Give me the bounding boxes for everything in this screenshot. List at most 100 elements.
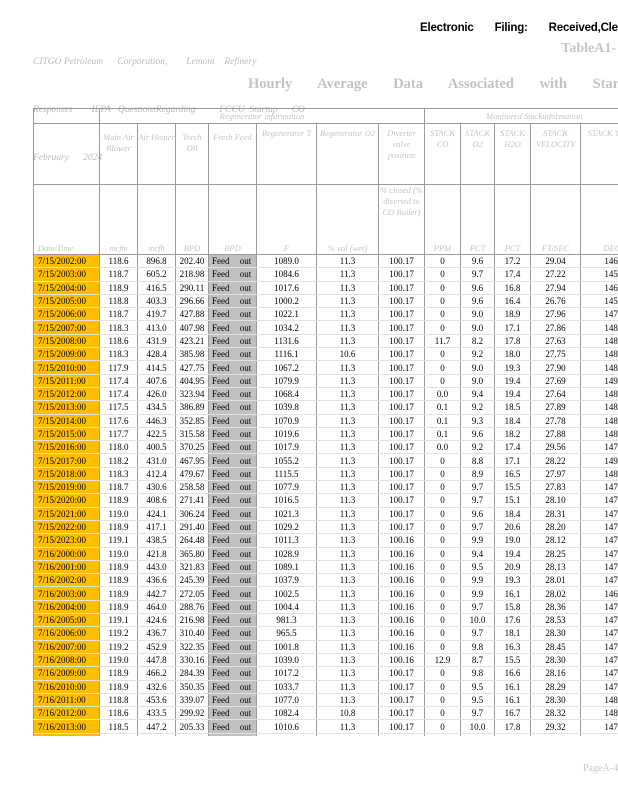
table-cell: 436.6 bbox=[137, 573, 176, 588]
table-cell: 16.1 bbox=[494, 680, 531, 694]
column-header-10: STACK H2O bbox=[494, 123, 531, 185]
group-stack: Monitored Stackinformation bbox=[424, 108, 618, 124]
table-cell: 9.7 bbox=[460, 706, 495, 721]
table-cell: 11.3 bbox=[316, 453, 379, 468]
table-cell: 100.17 bbox=[377, 294, 425, 309]
table-cell: 146. bbox=[580, 281, 618, 295]
header-right: Electronic Filing: Received,Clerk's Tabl… bbox=[420, 22, 618, 58]
column-header-3: Torch Oil bbox=[175, 123, 209, 185]
table-cell: 147. bbox=[580, 560, 618, 575]
row-datetime: 7/15/2013:00 bbox=[33, 400, 100, 415]
table-cell: 0 bbox=[424, 547, 461, 561]
table-cell: 28.53 bbox=[530, 613, 581, 628]
table-cell: 1089.0 bbox=[256, 254, 317, 269]
table-cell: 0 bbox=[424, 600, 461, 615]
table-cell: 100.17 bbox=[377, 480, 425, 495]
table-cell: 11.3 bbox=[316, 267, 379, 282]
row-datetime: 7/16/2001:00 bbox=[33, 560, 100, 575]
table-cell: 118.3 bbox=[99, 347, 138, 362]
table-cell: 28.20 bbox=[530, 520, 581, 535]
table-cell: 27.94 bbox=[530, 281, 581, 295]
table-cell: 0 bbox=[424, 493, 461, 508]
table-cell: 416.5 bbox=[137, 281, 176, 295]
table-cell: 118.9 bbox=[99, 680, 138, 694]
table-cell: 9.6 bbox=[460, 427, 495, 442]
table-cell: 11.3 bbox=[316, 680, 379, 694]
table-cell: 11.3 bbox=[316, 626, 379, 641]
table-cell: 16.7 bbox=[494, 706, 531, 721]
table-cell: 19.3 bbox=[494, 573, 531, 588]
row-datetime: 7/16/2004:00 bbox=[33, 600, 100, 615]
table-cell: 8.2 bbox=[460, 334, 495, 349]
data-table: Regenerator information Monitored Stacki… bbox=[33, 108, 618, 736]
table-cell: 148. bbox=[580, 400, 618, 415]
table-cell: 422.5 bbox=[137, 427, 176, 442]
table-title: Hourly Average Data Associated with Star… bbox=[248, 76, 618, 92]
table-cell: 290.11 bbox=[175, 281, 209, 295]
table-cell: 1055.2 bbox=[256, 453, 317, 468]
table-cell: 27.75 bbox=[530, 347, 581, 362]
row-datetime: 7/16/2008:00 bbox=[33, 653, 100, 668]
table-cell: 0 bbox=[424, 507, 461, 521]
table-cell: 432.6 bbox=[137, 680, 176, 694]
row-datetime: 7/15/2003:00 bbox=[33, 267, 100, 282]
table-cell: 147. bbox=[580, 600, 618, 615]
table-cell: 147. bbox=[580, 307, 618, 322]
table-cell: 17.1 bbox=[494, 320, 531, 335]
table-cell: 1068.4 bbox=[256, 387, 317, 402]
table-cell: 28.22 bbox=[530, 453, 581, 468]
table-cell: 27.88 bbox=[530, 427, 581, 442]
table-cell: 8.7 bbox=[460, 653, 495, 668]
table-cell: 11.3 bbox=[316, 573, 379, 588]
table-cell: Feed out bbox=[208, 387, 257, 402]
table-cell: 118.5 bbox=[99, 719, 138, 734]
table-cell: 0 bbox=[424, 586, 461, 601]
table-cell: 148. bbox=[580, 414, 618, 428]
table-cell: Feed out bbox=[208, 547, 257, 561]
table-cell: 0 bbox=[424, 733, 461, 736]
table-cell: 9.0 bbox=[460, 374, 495, 388]
table-cell: 0 bbox=[424, 254, 461, 269]
table-cell: 118.9 bbox=[99, 600, 138, 615]
table-cell: 147. bbox=[580, 626, 618, 641]
table-cell: 118.6 bbox=[99, 334, 138, 349]
table-cell: 147. bbox=[580, 533, 618, 548]
table-cell: 11.3 bbox=[316, 547, 379, 561]
table-cell: 118.0 bbox=[99, 440, 138, 455]
table-cell: 118.8 bbox=[99, 294, 138, 309]
table-cell: 17.2 bbox=[494, 254, 531, 269]
table-cell: 147. bbox=[580, 520, 618, 535]
table-cell: 0 bbox=[424, 706, 461, 721]
table-cell: 427.75 bbox=[175, 360, 209, 375]
table-row: 7/15/2021:00 119.0 424.1 306.24 Feed out 1021… bbox=[33, 507, 618, 521]
table-row: 7/15/2009:00 118.3 428.4 385.98 Feed out 1116… bbox=[33, 347, 618, 362]
column-unit-10: PCT bbox=[494, 239, 531, 255]
column-header-11: STACK VELOCITY bbox=[530, 123, 581, 185]
row-datetime: 7/15/2022:00 bbox=[33, 520, 100, 535]
table-cell: 205.33 bbox=[175, 719, 209, 734]
table-cell: 417.1 bbox=[137, 520, 176, 535]
table-cell: 447.2 bbox=[137, 719, 176, 734]
table-cell: 9.6 bbox=[460, 281, 495, 295]
table-cell: 11.3 bbox=[316, 467, 379, 482]
table-cell: 264.48 bbox=[175, 533, 209, 548]
table-cell: 1010.6 bbox=[256, 719, 317, 734]
column-unit-3: BPD bbox=[175, 239, 209, 255]
table-cell: Feed out bbox=[208, 560, 257, 575]
table-cell: 100.17 bbox=[377, 320, 425, 335]
column-header-12: STACK TEMP bbox=[580, 123, 618, 185]
table-cell: 1029.2 bbox=[256, 520, 317, 535]
table-row: 7/15/2005:00 118.8 403.3 296.66 Feed out 1000… bbox=[33, 294, 618, 309]
table-cell: 148. bbox=[580, 693, 618, 708]
column-desc-12 bbox=[580, 184, 618, 239]
table-cell: 20.6 bbox=[494, 520, 531, 535]
table-cell: 18.9 bbox=[494, 307, 531, 322]
table-cell: 27.64 bbox=[530, 387, 581, 402]
table-cell: 352.85 bbox=[175, 414, 209, 428]
table-cell: 1017.2 bbox=[256, 666, 317, 681]
table-cell: 9.0 bbox=[460, 307, 495, 322]
table-cell: 1016.5 bbox=[256, 493, 317, 508]
table-cell: 18.4 bbox=[494, 507, 531, 521]
row-datetime: 7/16/2009:00 bbox=[33, 666, 100, 681]
table-cell: 18.4 bbox=[494, 414, 531, 428]
